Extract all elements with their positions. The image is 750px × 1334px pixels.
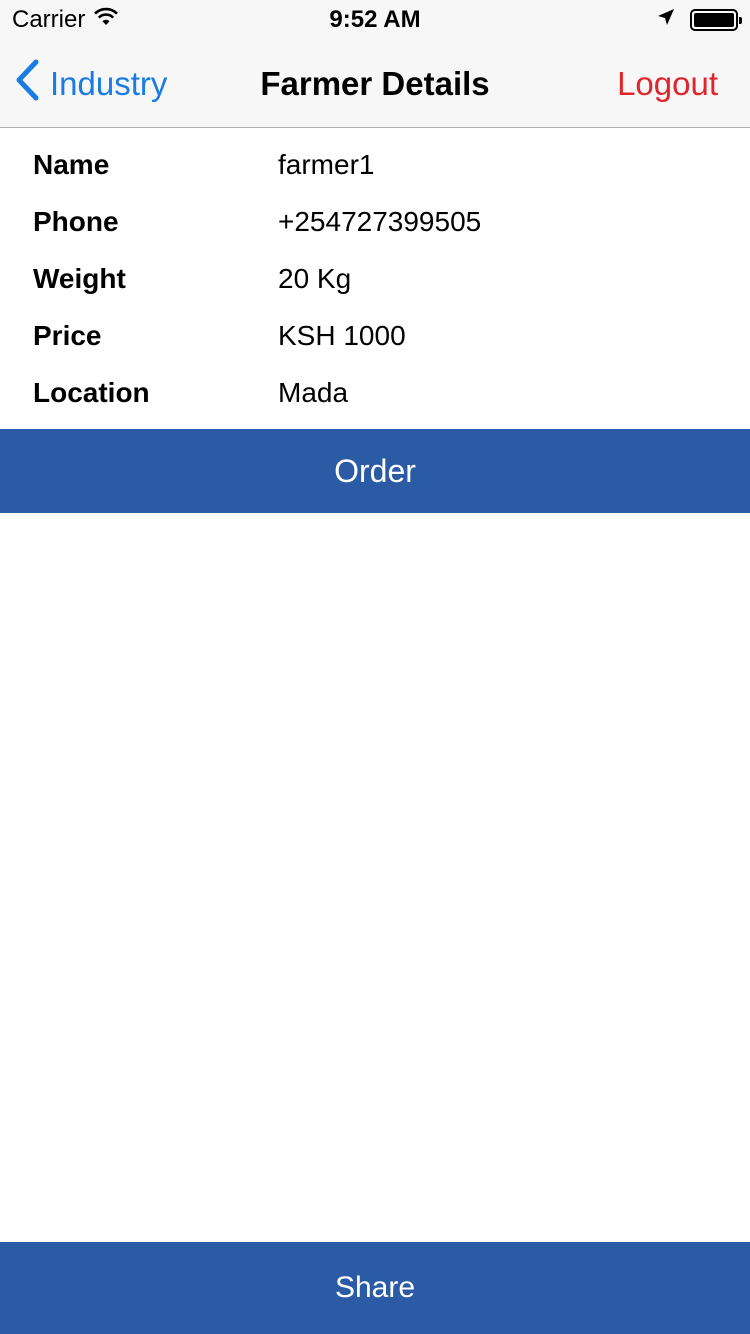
navigation-bar: Industry Farmer Details Logout: [0, 40, 750, 128]
back-button-label: Industry: [50, 65, 168, 102]
chevron-left-icon: [14, 59, 40, 109]
status-right: [656, 6, 742, 34]
detail-label: Phone: [33, 205, 119, 237]
detail-label: Price: [33, 319, 102, 351]
detail-row-weight: Weight 20 Kg: [0, 250, 750, 307]
back-button[interactable]: Industry: [14, 40, 167, 128]
detail-value: KSH 1000: [278, 319, 406, 351]
status-bar: Carrier 9:52 AM: [0, 0, 750, 40]
status-left: Carrier: [12, 6, 119, 34]
battery-icon: [690, 9, 742, 31]
carrier-label: Carrier: [12, 6, 86, 33]
detail-value: farmer1: [278, 148, 375, 180]
detail-value: Mada: [278, 376, 349, 408]
order-button[interactable]: Order: [0, 429, 750, 513]
detail-label: Weight: [33, 262, 126, 294]
detail-label: Location: [33, 376, 150, 408]
detail-label: Name: [33, 148, 110, 180]
location-arrow-icon: [656, 6, 676, 34]
detail-value: +254727399505: [278, 205, 482, 237]
logout-button[interactable]: Logout: [617, 40, 718, 128]
wifi-icon: [93, 6, 119, 34]
farmer-details-list: Name farmer1 Phone +254727399505 Weight …: [0, 136, 750, 421]
detail-row-phone: Phone +254727399505: [0, 193, 750, 250]
detail-row-name: Name farmer1: [0, 136, 750, 193]
share-button[interactable]: Share: [0, 1242, 750, 1334]
detail-row-price: Price KSH 1000: [0, 307, 750, 364]
detail-value: 20 Kg: [278, 262, 352, 294]
farmer-details-screen: Carrier 9:52 AM Industry Farmer Details …: [0, 0, 750, 1334]
detail-row-location: Location Mada: [0, 364, 750, 421]
